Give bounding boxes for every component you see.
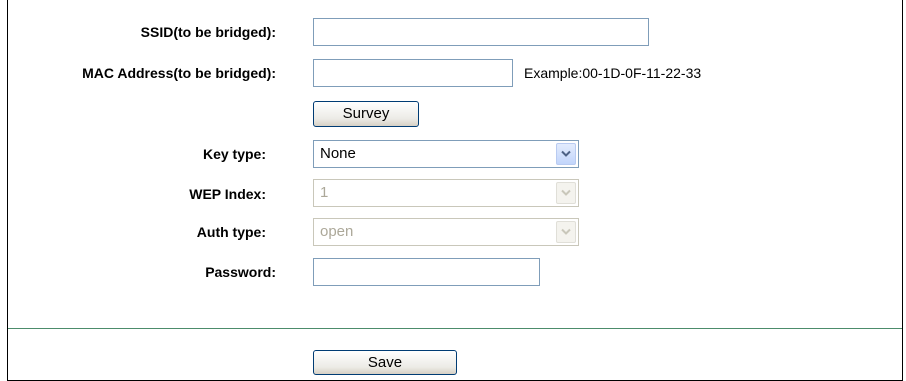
mac-address-input[interactable] bbox=[313, 59, 513, 87]
survey-button[interactable]: Survey bbox=[313, 101, 419, 127]
save-button[interactable]: Save bbox=[313, 350, 457, 375]
key-type-value: None bbox=[320, 145, 356, 162]
key-type-label: Key type: bbox=[202, 146, 266, 162]
wep-index-label: WEP Index: bbox=[189, 186, 266, 202]
auth-type-label: Auth type: bbox=[196, 224, 266, 240]
chevron-down-icon[interactable] bbox=[556, 182, 576, 204]
chevron-down-icon[interactable] bbox=[556, 143, 576, 165]
chevron-down-icon[interactable] bbox=[556, 221, 576, 243]
wep-index-value: 1 bbox=[320, 184, 329, 201]
mac-address-label: MAC Address(to be bridged): bbox=[82, 65, 276, 81]
section-divider bbox=[8, 328, 902, 329]
ssid-label: SSID(to be bridged): bbox=[140, 24, 276, 40]
key-type-select[interactable]: None bbox=[313, 140, 579, 168]
password-input[interactable] bbox=[313, 258, 540, 286]
wep-index-select[interactable]: 1 bbox=[313, 179, 579, 207]
password-label: Password: bbox=[205, 264, 276, 280]
mac-example-hint: Example:00-1D-0F-11-22-33 bbox=[524, 65, 702, 81]
ssid-input[interactable] bbox=[313, 18, 649, 46]
auth-type-value: open bbox=[320, 223, 354, 240]
auth-type-select[interactable]: open bbox=[313, 218, 579, 246]
